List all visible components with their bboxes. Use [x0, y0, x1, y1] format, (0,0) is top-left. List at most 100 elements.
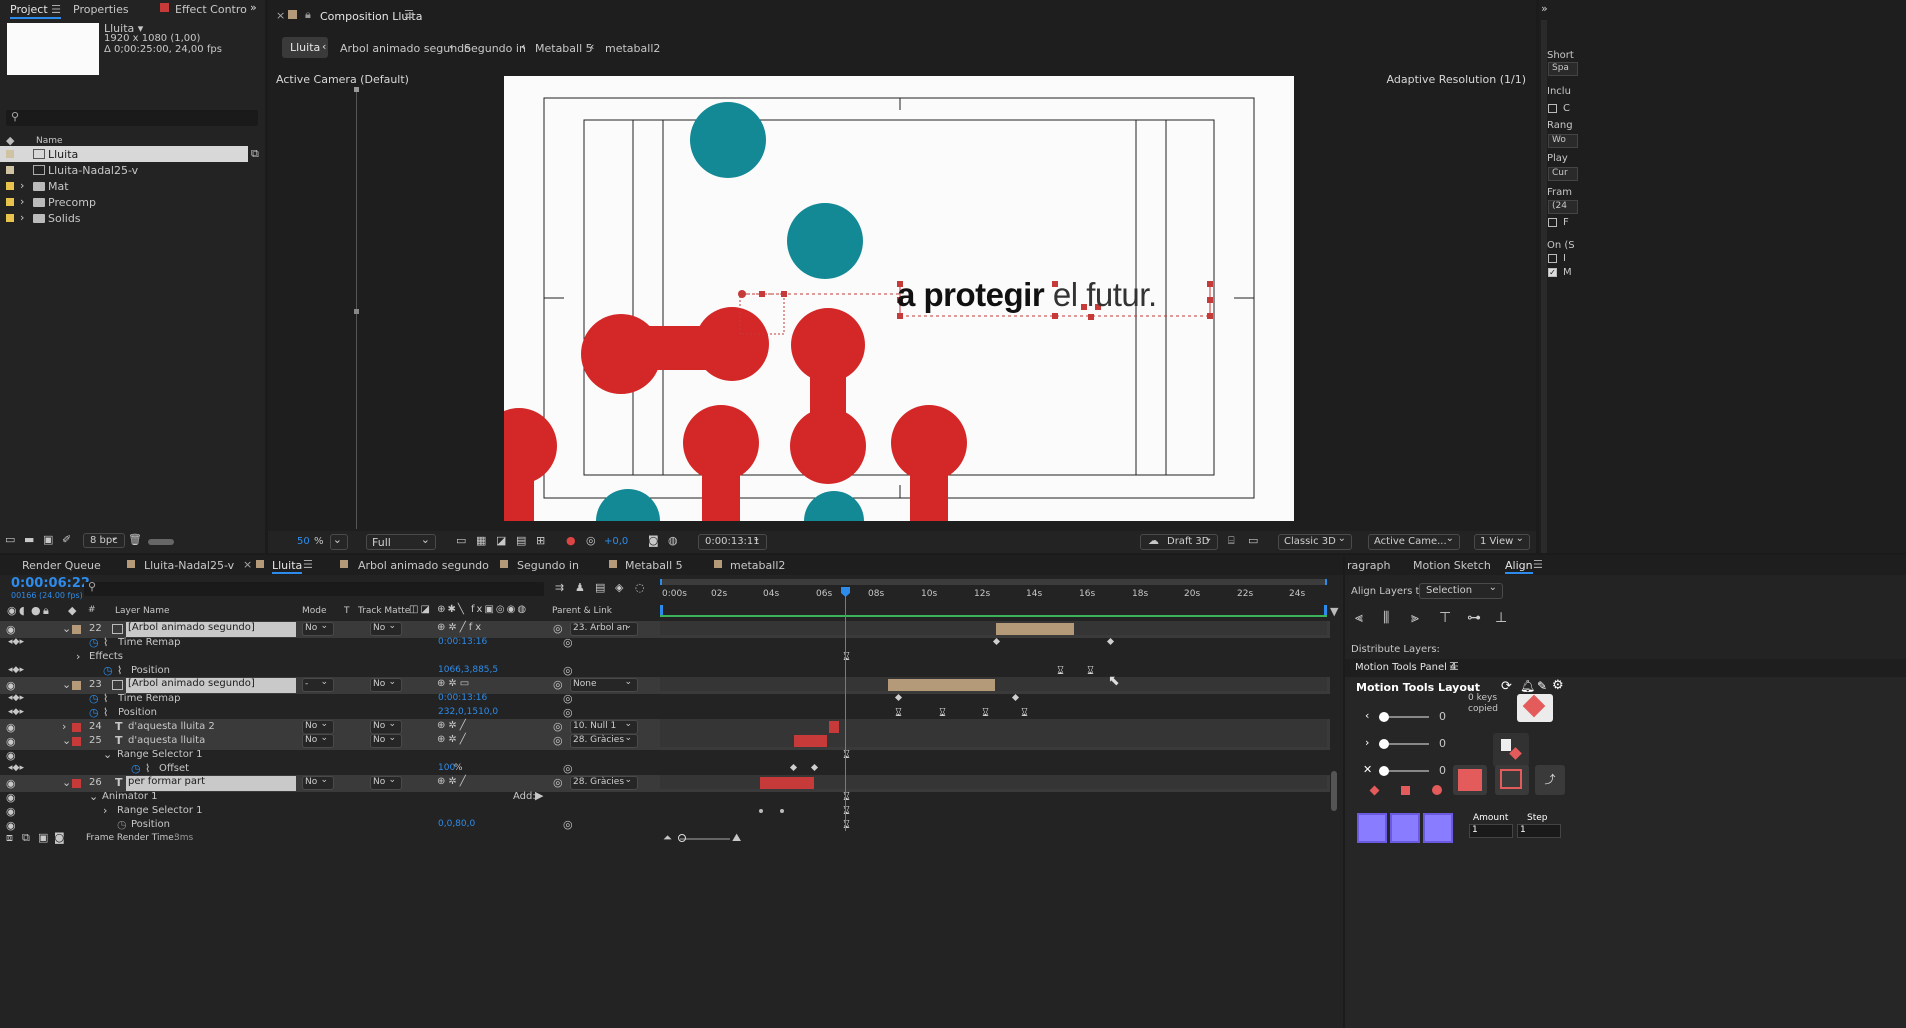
- parent-dropdown[interactable]: None: [570, 677, 638, 692]
- pickwhip-icon[interactable]: ◎: [563, 818, 573, 831]
- motion-blur-icon[interactable]: ◌: [635, 581, 645, 594]
- new-composition-icon[interactable]: ▣: [43, 533, 53, 546]
- track-matte-dropdown[interactable]: No: [370, 719, 402, 734]
- keyframe-nav-icon[interactable]: ◂◆▸: [8, 707, 24, 717]
- expand-arrow-icon[interactable]: ›: [103, 804, 107, 817]
- mode-dropdown[interactable]: No: [302, 733, 334, 748]
- tab-project[interactable]: Project ☰: [10, 3, 62, 19]
- breadcrumb-item[interactable]: Metaball 5: [535, 42, 593, 55]
- pickwhip-icon[interactable]: ◎: [553, 734, 563, 747]
- label-color-chip[interactable]: [6, 198, 14, 206]
- graph-icon[interactable]: ⌇: [117, 664, 122, 677]
- property-value[interactable]: 0,0,80,0: [438, 819, 475, 829]
- guides-icon[interactable]: ▤: [516, 534, 526, 547]
- zoom-out-icon[interactable]: ⏶: [663, 831, 672, 845]
- composition-mini-flowchart-icon[interactable]: ⇉: [555, 581, 564, 594]
- tab-effect-controls[interactable]: Effect Controls Gi: [175, 3, 247, 16]
- keyframe-nav-icon[interactable]: ◂◆▸: [8, 637, 24, 647]
- mode-dropdown[interactable]: No: [302, 775, 334, 790]
- pickwhip-icon[interactable]: ◎: [553, 622, 563, 635]
- include-checkbox[interactable]: [1548, 104, 1557, 113]
- timeline-search-input[interactable]: ⚲: [84, 580, 544, 596]
- color-channels-icon[interactable]: ●: [566, 534, 576, 547]
- extended-viewer-icon[interactable]: ▭: [1248, 534, 1258, 547]
- region-of-interest-icon[interactable]: ▭: [456, 534, 466, 547]
- expand-arrow-icon[interactable]: ⌄: [62, 776, 71, 789]
- label-color-chip[interactable]: [6, 166, 14, 174]
- parent-dropdown[interactable]: 28. Gràcies: [570, 733, 638, 748]
- keyframe-nav-icon[interactable]: ◂◆▸: [8, 763, 24, 773]
- property-value[interactable]: 100: [438, 763, 455, 773]
- parent-dropdown[interactable]: 10. Null 1: [570, 719, 638, 734]
- refresh-icon[interactable]: ⟳: [1501, 679, 1512, 694]
- zoom-value[interactable]: 50: [297, 536, 310, 547]
- draft-3d-icon[interactable]: ♟: [575, 581, 585, 594]
- comp-marker-bin-icon[interactable]: ▼: [1330, 605, 1338, 618]
- property-value[interactable]: 1066,3,885,5: [438, 665, 498, 675]
- pickwhip-icon[interactable]: ◎: [563, 706, 573, 719]
- thumbnail-slider[interactable]: [148, 539, 174, 545]
- keyframe-dot[interactable]: [780, 809, 784, 813]
- frame-rate-dropdown[interactable]: (24: [1548, 200, 1578, 214]
- breadcrumb-item[interactable]: metaball2: [605, 42, 660, 55]
- bpc-button[interactable]: 8 bpc: [83, 532, 125, 548]
- pickwhip-icon[interactable]: ◎: [553, 678, 563, 691]
- lock-icon[interactable]: 🔒︎: [305, 8, 311, 22]
- parent-dropdown[interactable]: 23. Arbol an: [570, 622, 638, 636]
- views-dropdown[interactable]: 1 View: [1474, 533, 1530, 550]
- motion-path-top-handle[interactable]: [354, 87, 359, 92]
- layer-switches-icons[interactable]: ⊕✲▭: [437, 678, 472, 689]
- on-stop-checkbox-2[interactable]: ✓: [1548, 268, 1557, 277]
- layer-name[interactable]: d'aquesta lluita: [128, 735, 205, 746]
- grid-icon[interactable]: ⊞: [536, 534, 545, 547]
- renderer-dropdown[interactable]: Classic 3D: [1278, 533, 1352, 550]
- fill-shape-button[interactable]: [1453, 765, 1487, 795]
- stopwatch-icon[interactable]: ◷: [117, 818, 127, 831]
- ease-out-slider[interactable]: [1379, 739, 1429, 749]
- expand-arrow-icon[interactable]: ⌄: [62, 622, 71, 635]
- graph-icon[interactable]: ⌇: [103, 636, 108, 649]
- on-stop-checkbox-1[interactable]: [1548, 254, 1557, 263]
- stroke-shape-button[interactable]: [1495, 765, 1529, 795]
- expand-arrow-icon[interactable]: ›: [76, 650, 80, 663]
- label-color-chip[interactable]: [72, 625, 81, 634]
- shortcut-dropdown[interactable]: Spa: [1548, 62, 1578, 76]
- render-preview-icon[interactable]: ⧈: [6, 831, 13, 845]
- ease-in-value[interactable]: 0: [1439, 710, 1446, 723]
- expand-arrow-icon[interactable]: ⌄: [62, 678, 71, 691]
- hold-keyframe-icon[interactable]: [1432, 785, 1442, 795]
- expand-arrow-icon[interactable]: ›: [20, 211, 24, 224]
- stopwatch-icon[interactable]: ◷: [89, 636, 99, 649]
- layer-bar[interactable]: [829, 721, 839, 733]
- color-management-icon[interactable]: ◎: [586, 534, 596, 547]
- motion-path-button[interactable]: ⤴: [1535, 765, 1565, 795]
- align-right-icon[interactable]: ⫸: [1411, 610, 1419, 626]
- align-horizontal-center-icon[interactable]: ⫼: [1383, 610, 1389, 626]
- layer-bar[interactable]: [996, 623, 1074, 635]
- track-matte-dropdown[interactable]: No: [370, 733, 402, 748]
- amount-input[interactable]: 1: [1469, 824, 1513, 838]
- flowchart-icon[interactable]: ⧉: [251, 147, 259, 161]
- project-item-mat[interactable]: › Mat: [0, 178, 265, 194]
- expand-arrow-icon[interactable]: ›: [62, 720, 66, 733]
- panel-overflow-icon[interactable]: »: [1541, 2, 1548, 15]
- label-color-chip[interactable]: [72, 737, 81, 746]
- keyframe[interactable]: [789, 763, 798, 772]
- mode-dropdown[interactable]: No: [302, 621, 334, 636]
- comp-canvas[interactable]: a protegir el futur.: [504, 76, 1294, 521]
- gear-icon[interactable]: ⚙: [1552, 678, 1564, 693]
- label-color-chip[interactable]: [6, 214, 14, 222]
- breadcrumb-item[interactable]: Segundo in: [464, 42, 526, 55]
- tab-paragraph[interactable]: ragraph: [1347, 559, 1390, 572]
- expand-arrow-icon[interactable]: ›: [20, 195, 24, 208]
- align-layers-to-dropdown[interactable]: Selection: [1419, 582, 1503, 599]
- keyframe[interactable]: [1106, 637, 1115, 646]
- layer-switches-icons[interactable]: ⊕✲╱: [437, 720, 469, 731]
- panel-menu-icon[interactable]: ☰: [404, 8, 414, 21]
- step-input[interactable]: 1: [1517, 824, 1561, 838]
- project-item-solids[interactable]: › Solids: [0, 210, 265, 226]
- layer-bar[interactable]: [888, 679, 995, 691]
- ease-out-value[interactable]: 0: [1439, 737, 1446, 750]
- align-top-icon[interactable]: ⊤: [1439, 610, 1451, 626]
- ease-keyframe-diamond-icon[interactable]: [1369, 785, 1380, 796]
